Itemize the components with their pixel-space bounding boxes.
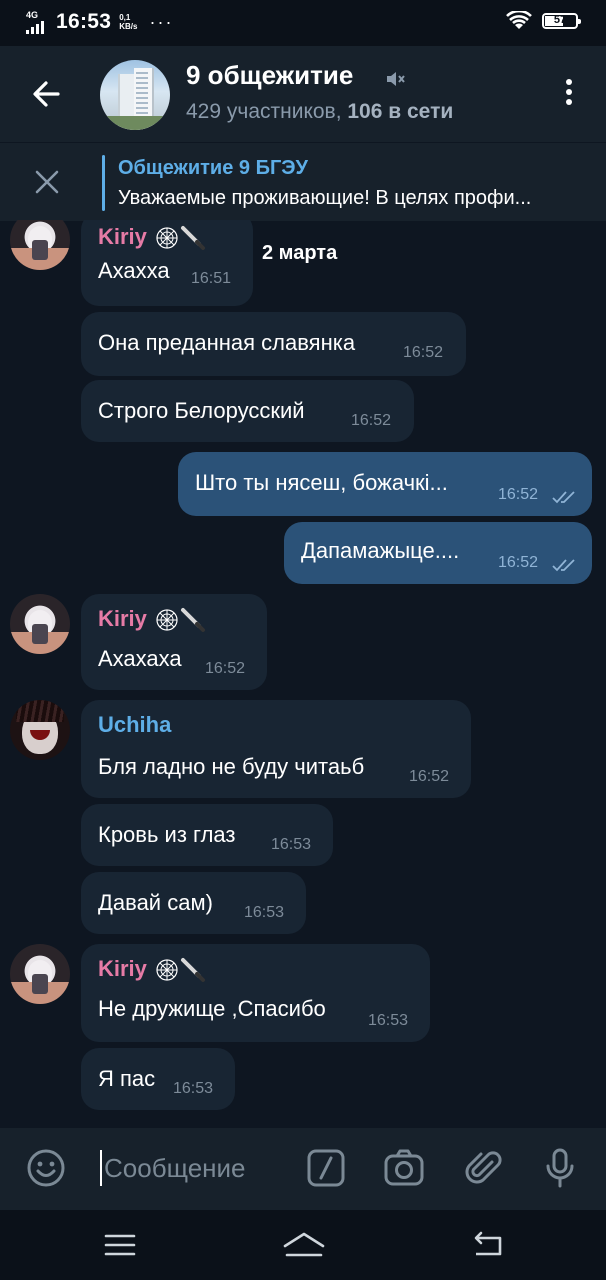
bot-commands-icon[interactable] bbox=[306, 1148, 346, 1188]
participants-count: 429 участников, bbox=[186, 100, 342, 123]
message-bubble[interactable]: Я пас 16:53 bbox=[81, 1048, 235, 1110]
message-text: Ахахха bbox=[98, 258, 170, 283]
microphone-icon[interactable] bbox=[540, 1148, 580, 1188]
sender-name: Kiriy bbox=[98, 224, 207, 251]
close-icon[interactable] bbox=[34, 169, 60, 195]
message-time: 16:52 bbox=[498, 486, 539, 503]
signal-icon: 4G bbox=[26, 10, 50, 34]
battery-icon: 57 bbox=[542, 13, 581, 29]
message-bubble[interactable]: Kiriy Ахахха 16:51 bbox=[81, 220, 253, 306]
back-nav-icon[interactable] bbox=[470, 1230, 506, 1260]
message-bubble[interactable]: Строго Белорусский 16:52 bbox=[81, 380, 414, 442]
speed-unit: KB/s bbox=[119, 22, 138, 31]
recents-menu-icon[interactable] bbox=[102, 1230, 138, 1260]
message-time: 16:53 bbox=[173, 1080, 214, 1097]
message-time: 16:53 bbox=[368, 1012, 409, 1029]
message-text: Давай сам) bbox=[98, 890, 213, 915]
emoji-icon[interactable] bbox=[26, 1148, 66, 1188]
message-bubble[interactable]: Kiriy Не дружище ,Спасибо 16:53 bbox=[81, 944, 430, 1042]
group-avatar[interactable] bbox=[100, 60, 170, 130]
attach-paperclip-icon[interactable] bbox=[464, 1148, 504, 1188]
message-text: Ахахаха bbox=[98, 646, 182, 671]
message-bubble[interactable]: Кровь из глаз 16:53 bbox=[81, 804, 333, 866]
message-text: Я пас bbox=[98, 1066, 156, 1091]
read-checkmarks-icon bbox=[552, 491, 575, 504]
battery-level: 57 bbox=[553, 14, 567, 26]
camera-icon[interactable] bbox=[384, 1148, 424, 1188]
chat-subtitle: 429 участников, 106 в сети bbox=[186, 100, 453, 124]
message-text: Не дружище ,Спасибо bbox=[98, 996, 326, 1021]
home-icon[interactable] bbox=[282, 1230, 326, 1260]
status-bar: 4G 16:53 0,1 KB/s ··· 57 bbox=[0, 0, 606, 46]
message-time: 16:53 bbox=[244, 904, 285, 921]
avatar-kiriy[interactable] bbox=[10, 220, 70, 270]
network-type: 4G bbox=[26, 10, 39, 20]
message-input[interactable] bbox=[100, 1148, 294, 1188]
message-time: 16:52 bbox=[498, 554, 539, 571]
more-menu-icon[interactable] bbox=[562, 76, 576, 112]
message-bubble[interactable]: Она преданная славянка 16:52 bbox=[81, 312, 466, 376]
message-list[interactable]: Kiriy Ахахха 16:51 2 марта Она преданная… bbox=[0, 220, 606, 1128]
message-bubble-outgoing[interactable]: Што ты нясеш, божачкi... 16:52 bbox=[178, 452, 592, 516]
message-text: Кровь из глаз bbox=[98, 822, 236, 847]
message-text: Бля ладно не буду читаьб bbox=[98, 754, 365, 779]
avatar-kiriy[interactable] bbox=[10, 594, 70, 654]
message-bubble-outgoing[interactable]: Дапамажыце.... 16:52 bbox=[284, 522, 592, 584]
spiderweb-knife-icon bbox=[156, 608, 206, 633]
message-time: 16:52 bbox=[409, 768, 450, 785]
chat-header: 9 общежитие 429 участников, 106 в сети bbox=[0, 46, 606, 142]
message-time: 16:52 bbox=[205, 660, 246, 677]
message-text: Строго Белорусский bbox=[98, 398, 305, 423]
message-time: 16:51 bbox=[191, 270, 232, 287]
read-checkmarks-icon bbox=[552, 559, 575, 572]
message-composer bbox=[0, 1128, 606, 1210]
avatar-kiriy[interactable] bbox=[10, 944, 70, 1004]
sender-name: Kiriy bbox=[98, 606, 207, 633]
sender-name: Kiriy bbox=[98, 956, 207, 983]
speed-value: 0,1 bbox=[119, 13, 131, 22]
status-time: 16:53 bbox=[56, 10, 112, 33]
message-text: Што ты нясеш, божачкi... bbox=[195, 470, 448, 495]
online-count: 106 в сети bbox=[347, 100, 454, 123]
message-bubble[interactable]: Uchiha Бля ладно не буду читаьб 16:52 bbox=[81, 700, 471, 798]
back-arrow-icon[interactable] bbox=[28, 74, 68, 114]
sender-name: Uchiha bbox=[98, 712, 172, 737]
pinned-accent-bar bbox=[102, 155, 105, 211]
avatar-uchiha[interactable] bbox=[10, 700, 70, 760]
more-notifications-icon: ··· bbox=[149, 11, 174, 32]
date-separator: 2 марта bbox=[262, 242, 338, 264]
network-speed: 0,1 KB/s bbox=[119, 13, 137, 31]
message-text: Она преданная славянка bbox=[98, 330, 356, 355]
message-bubble[interactable]: Давай сам) 16:53 bbox=[81, 872, 306, 934]
message-time: 16:53 bbox=[271, 836, 312, 853]
message-time: 16:52 bbox=[403, 344, 444, 361]
spiderweb-knife-icon bbox=[156, 226, 206, 251]
message-time: 16:52 bbox=[351, 412, 392, 429]
pinned-title: Общежитие 9 БГЭУ bbox=[118, 157, 308, 179]
spiderweb-knife-icon bbox=[156, 958, 206, 983]
message-text: Дапамажыце.... bbox=[301, 538, 460, 563]
message-bubble[interactable]: Kiriy Ахахаха 16:52 bbox=[81, 594, 267, 690]
pinned-text: Уважаемые проживающие! В целях профи... bbox=[118, 187, 532, 209]
pinned-message[interactable]: Общежитие 9 БГЭУ Уважаемые проживающие! … bbox=[0, 142, 606, 221]
system-navigation-bar bbox=[0, 1210, 606, 1280]
wifi-icon bbox=[506, 11, 532, 29]
chat-title[interactable]: 9 общежитие bbox=[186, 60, 353, 91]
muted-speaker-icon bbox=[387, 72, 405, 86]
